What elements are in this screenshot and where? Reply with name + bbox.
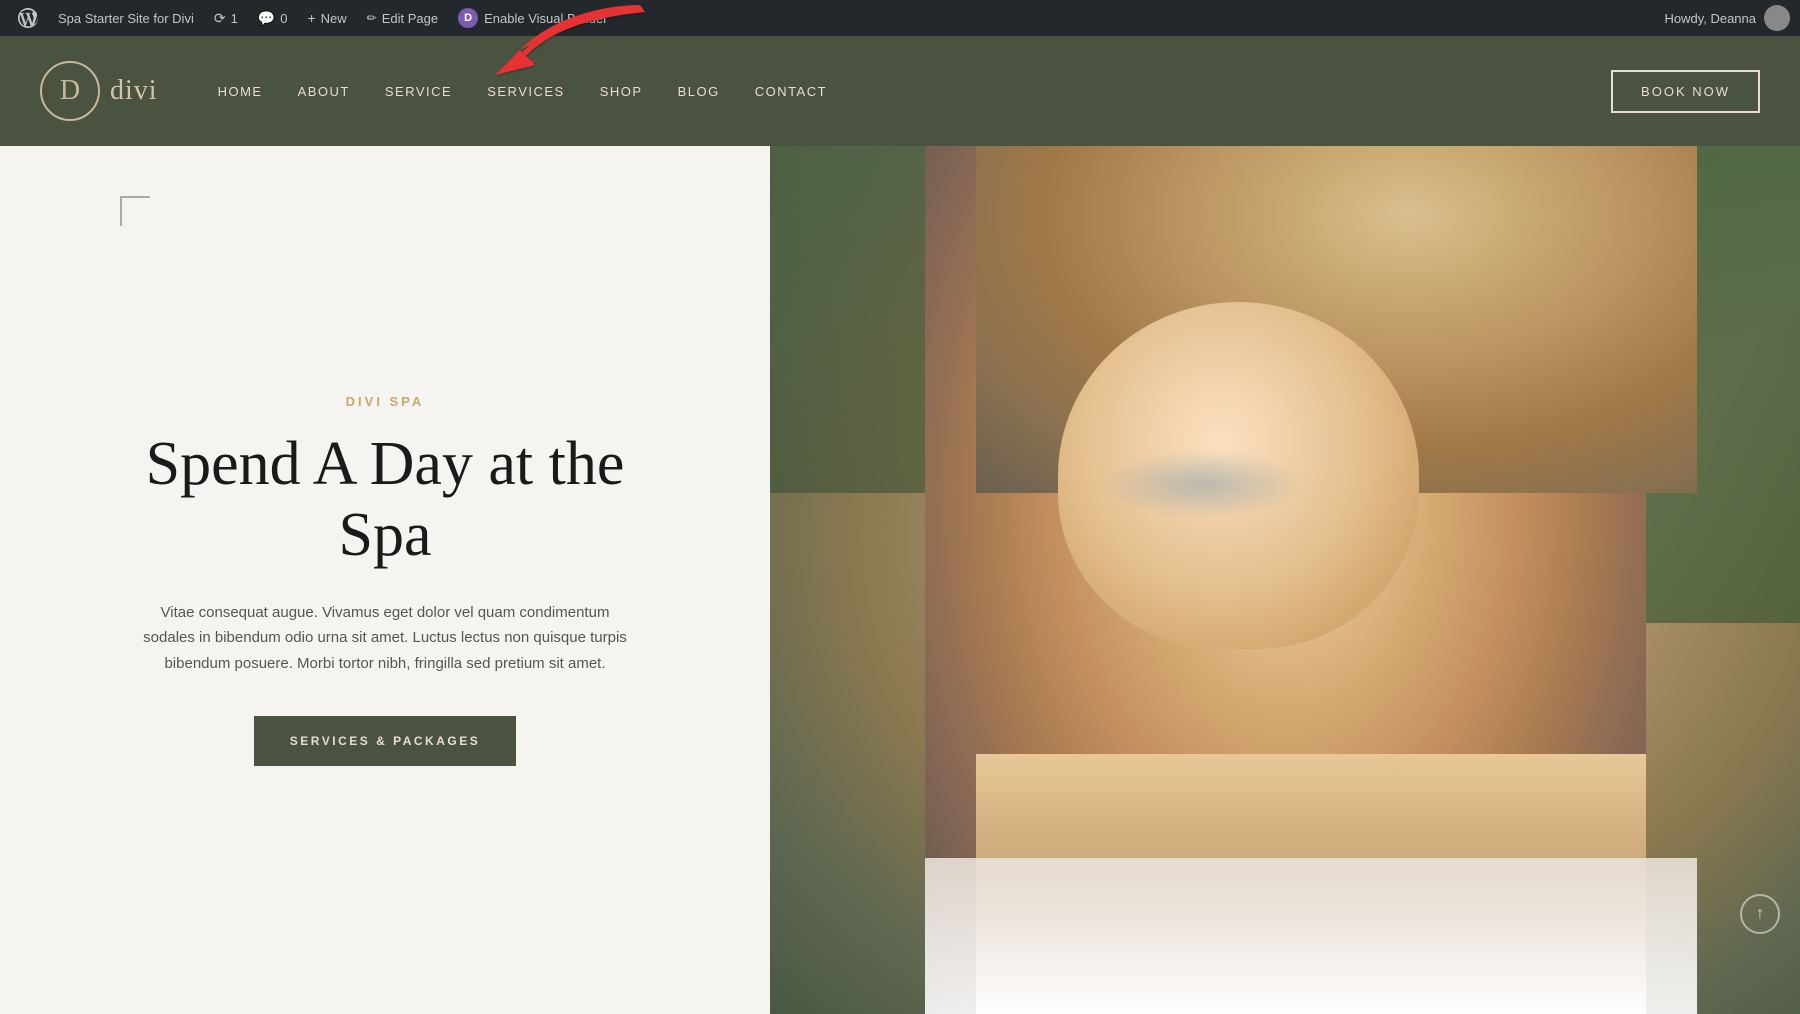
logo-text: divi [110, 75, 158, 107]
new-button[interactable]: + New [299, 0, 354, 36]
scroll-indicator[interactable]: ↑ [1740, 894, 1780, 934]
spa-bg: ↑ [770, 146, 1800, 1014]
clothing-area [925, 858, 1698, 1014]
comments-button[interactable]: 💬 0 [250, 0, 296, 36]
book-now-button[interactable]: BOOK NOW [1611, 70, 1760, 113]
divi-icon: D [458, 8, 478, 28]
edit-page-button[interactable]: ✏ Edit Page [359, 0, 446, 36]
nav-blog[interactable]: BLOG [678, 84, 720, 99]
site-header: D divi HOME ABOUT SERVICE SERVICES SHOP … [0, 36, 1800, 146]
nav-shop[interactable]: SHOP [600, 84, 643, 99]
admin-bar: Spa Starter Site for Divi ⟳ 1 💬 0 + New … [0, 0, 1800, 36]
comment-icon: 💬 [258, 10, 275, 27]
wp-logo-button[interactable] [10, 0, 46, 36]
updates-button[interactable]: ⟳ 1 [206, 0, 246, 36]
decorative-bracket [120, 196, 150, 226]
hero-content: DIVI SPA Spend A Day at the Spa Vitae co… [135, 394, 635, 766]
edit-page-label: Edit Page [382, 11, 438, 26]
comments-count: 0 [280, 11, 287, 26]
visual-builder-label: Enable Visual Builder [484, 11, 607, 26]
user-avatar[interactable] [1764, 5, 1790, 31]
site-name: Spa Starter Site for Divi [58, 11, 194, 26]
update-icon: ⟳ [214, 10, 226, 27]
new-label: New [321, 11, 347, 26]
eye-highlight [1100, 450, 1306, 519]
hero-description: Vitae consequat augue. Vivamus eget dolo… [135, 600, 635, 677]
wp-icon [18, 8, 38, 28]
nav-services[interactable]: SERVICES [487, 84, 565, 99]
hero-image: ↑ [770, 146, 1800, 1014]
main-navigation: HOME ABOUT SERVICE SERVICES SHOP BLOG CO… [218, 84, 1611, 99]
main-content: DIVI SPA Spend A Day at the Spa Vitae co… [0, 146, 1800, 1014]
admin-bar-left: Spa Starter Site for Divi ⟳ 1 💬 0 + New … [10, 0, 1664, 36]
logo-area[interactable]: D divi [40, 61, 158, 121]
pencil-icon: ✏ [367, 11, 377, 25]
logo-letter: D [60, 75, 80, 107]
spa-label: DIVI SPA [135, 394, 635, 409]
services-packages-button[interactable]: SERVICES & PACKAGES [254, 716, 516, 766]
hero-section: DIVI SPA Spend A Day at the Spa Vitae co… [0, 146, 770, 1014]
nav-home[interactable]: HOME [218, 84, 263, 99]
logo-circle: D [40, 61, 100, 121]
enable-visual-builder-button[interactable]: D Enable Visual Builder [450, 0, 615, 36]
nav-about[interactable]: ABOUT [298, 84, 350, 99]
admin-bar-right: Howdy, Deanna [1664, 5, 1790, 31]
updates-count: 1 [231, 11, 238, 26]
site-name-button[interactable]: Spa Starter Site for Divi [50, 0, 202, 36]
nav-service[interactable]: SERVICE [385, 84, 452, 99]
howdy-text: Howdy, Deanna [1664, 11, 1756, 26]
plus-icon: + [307, 10, 315, 26]
hero-title: Spend A Day at the Spa [135, 429, 635, 572]
nav-contact[interactable]: CONTACT [755, 84, 827, 99]
